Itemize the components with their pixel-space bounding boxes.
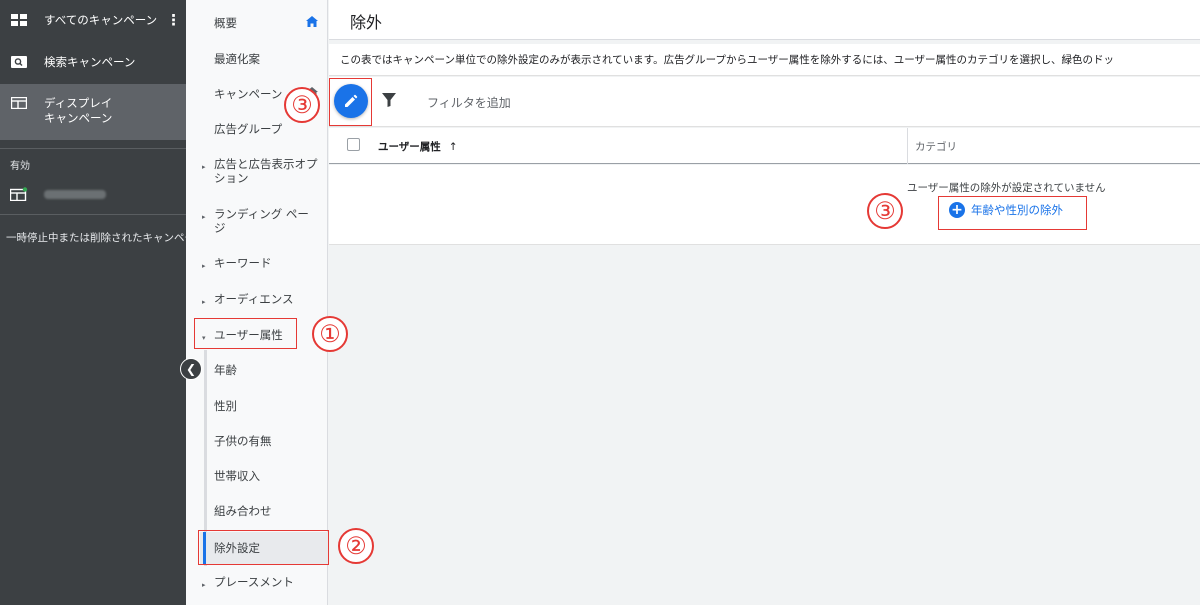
search-campaign-item[interactable]: 検索キャンペーン [0, 50, 186, 74]
page-header: 除外 [329, 0, 1200, 40]
campaign-sidebar: すべてのキャンペーン ⋮ 検索キャンペーン ディスプレイ キャンペーン 有効 一… [0, 0, 186, 605]
sidebar-divider [0, 148, 186, 149]
menu-item-label: キーワード [214, 256, 272, 270]
display-campaign-label: ディスプレイ キャンペーン [44, 96, 112, 126]
active-campaign-item[interactable] [0, 182, 186, 206]
menu-item-label: 最適化案 [214, 52, 260, 66]
menu-item-label: 広告と広告表示オプション [214, 157, 318, 185]
column-header-category[interactable]: カテゴリ [915, 139, 957, 154]
expand-caret-icon: ▸ [202, 163, 206, 171]
table-toolbar: フィルタを追加 [329, 77, 1200, 127]
menu-item-label: 概要 [214, 16, 237, 30]
display-campaign-status-icon [10, 187, 28, 201]
annotation-number-1: ① [312, 316, 348, 352]
search-campaign-label: 検索キャンペーン [44, 55, 136, 69]
grid-icon [10, 13, 28, 27]
chevron-left-icon: ❮ [185, 362, 197, 376]
menu-item-label: 性別 [214, 399, 237, 413]
campaign-name-blurred [44, 189, 106, 199]
menu-item-label: 広告グループ [214, 122, 283, 136]
table-header: ユーザー属性 ↑ カテゴリ [329, 128, 1200, 164]
display-label-text: ディスプレイ キャンペーン [44, 96, 113, 125]
column-header-user-attribute[interactable]: ユーザー属性 ↑ [378, 139, 458, 154]
display-campaign-icon [10, 96, 28, 110]
page-title: 除外 [350, 13, 383, 32]
expand-caret-icon: ▸ [202, 298, 206, 306]
home-icon[interactable] [306, 16, 318, 30]
all-campaigns-item[interactable]: すべてのキャンペーン ⋮ [0, 8, 186, 32]
collapse-menu-button[interactable]: ❮ [180, 358, 202, 380]
column-label: ユーザー属性 [378, 141, 441, 153]
menu-item-label: ランディング ページ [214, 207, 309, 235]
expand-caret-icon: ▸ [202, 262, 206, 270]
filter-icon[interactable] [382, 92, 396, 108]
menu-item-label: 年齢 [214, 363, 237, 377]
main-content: 除外 この表ではキャンペーン単位での除外設定のみが表示されています。広告グループ… [329, 0, 1200, 605]
annotation-number-3-add: ③ [867, 193, 903, 229]
more-vert-icon[interactable]: ⋮ [166, 13, 181, 28]
sidebar-divider [0, 214, 186, 215]
menu-item-label: プレースメント [214, 575, 294, 589]
info-message: この表ではキャンペーン単位での除外設定のみが表示されています。広告グループからユ… [329, 44, 1200, 76]
add-filter-input[interactable]: フィルタを追加 [427, 94, 511, 111]
annotation-box-add-exclusion [938, 196, 1087, 230]
empty-state-message: ユーザー属性の除外が設定されていません [907, 182, 1106, 194]
expand-caret-icon: ▸ [202, 213, 206, 221]
display-campaign-item[interactable]: ディスプレイ キャンペーン [0, 84, 186, 140]
menu-item-label: 組み合わせ [214, 504, 272, 518]
annotation-number-3-edit: ③ [284, 87, 320, 123]
expand-caret-icon: ▸ [202, 581, 206, 589]
search-campaign-icon [10, 55, 28, 69]
annotation-box-edit [329, 78, 372, 126]
annotation-box-demographics [194, 318, 297, 349]
select-all-checkbox[interactable] [347, 138, 360, 151]
column-divider [907, 128, 908, 164]
annotation-box-exclusions [198, 530, 329, 565]
active-heading: 有効 [10, 160, 30, 172]
annotation-number-2: ② [338, 528, 374, 564]
menu-item-label: 子供の有無 [214, 434, 272, 448]
paused-removed-campaigns[interactable]: 一時停止中または削除されたキャンペーン [0, 228, 186, 246]
menu-item-label: 世帯収入 [214, 469, 260, 483]
all-campaigns-label: すべてのキャンペーン [44, 13, 158, 27]
menu-item-label: オーディエンス [214, 292, 294, 306]
sort-arrow-up-icon: ↑ [448, 141, 458, 153]
